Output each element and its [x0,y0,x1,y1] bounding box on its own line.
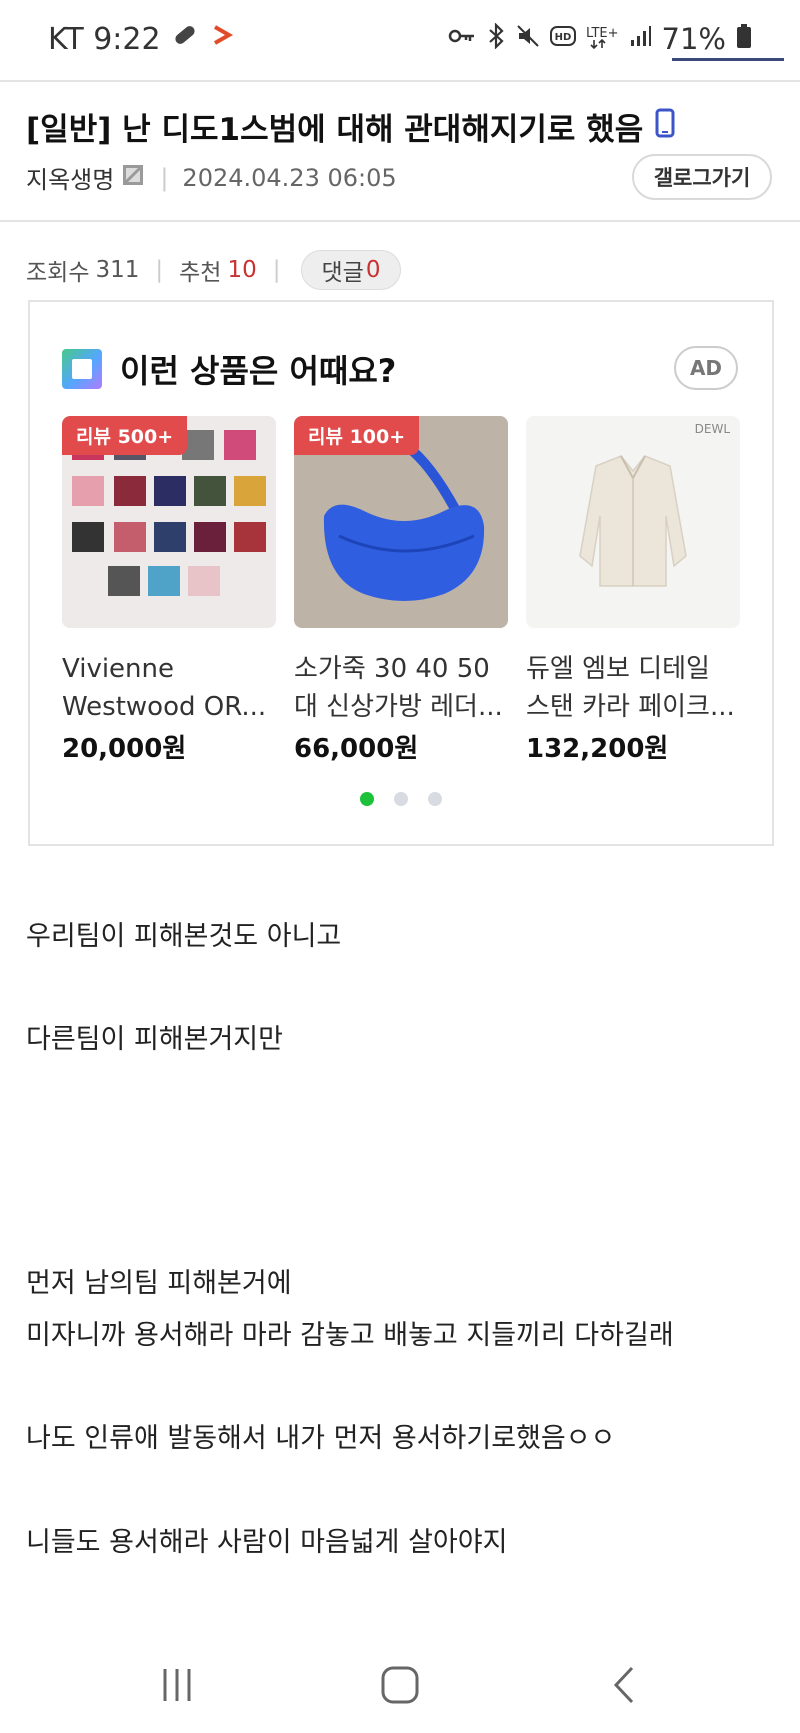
body-line: 먼저 남의팀 피해본거에 [26,1268,292,1299]
status-bar: KT 9:22 HD LTE+ 71% [0,0,800,78]
stats-separator: | [272,257,281,283]
navigation-bar [0,1640,800,1733]
shopping-bag-icon [62,349,102,389]
svg-text:HD: HD [554,32,571,43]
product-price: 20,000원 [62,734,187,764]
ad-box: 이런 상품은 어때요? AD 리뷰 500+ Vivienne Westwood… [28,300,774,846]
product-price: 66,000원 [294,734,419,764]
post-stats: 조회수 311 | 추천 10 | 댓글 0 [26,250,402,290]
carousel-dot-active[interactable] [360,792,374,806]
flag-icon [209,22,235,57]
body-line: 나도 인류애 발동해서 내가 먼저 용서하기로했음ㅇㅇ [26,1423,616,1454]
ad-badge[interactable]: AD [674,346,738,390]
recommend-count: 10 [227,257,257,283]
author-name[interactable]: 지옥생명 [26,160,114,195]
battery-percent: 71% [661,22,726,56]
product-image[interactable]: 리뷰 500+ [62,416,276,628]
bluetooth-icon [486,22,506,55]
product-name-line2[interactable]: 스탠 카라 페이크... [526,688,740,726]
body-line: 미자니까 용서해라 마라 감놓고 배놓고 지들끼리 다하길래 [26,1320,674,1351]
body-line: 다른팀이 피해본거지만 [26,1024,283,1055]
product-name-line1[interactable]: 소가죽 30 40 50 [294,650,508,688]
meta-divider [0,220,800,222]
key-icon [448,26,476,52]
post-title: [일반] 난 디도1스범에 대해 관대해지기로 했음 [26,104,675,149]
ad-heading-text: 이런 상품은 어때요? [120,352,397,390]
post-date: 2024.04.23 06:05 [182,163,397,192]
home-icon[interactable] [370,1660,430,1710]
meta-separator: | [160,163,169,192]
product-image[interactable]: 리뷰 100+ [294,416,508,628]
signal-icon [630,25,652,53]
hd-icon: HD [549,25,576,53]
back-icon[interactable] [595,1660,655,1710]
carousel-dot[interactable] [428,792,442,806]
pill-icon [171,21,199,57]
recent-apps-icon[interactable] [147,1660,207,1710]
carrier-time: KT 9:22 [48,21,161,57]
body-line: 우리팀이 피해본것도 아니고 [26,921,342,952]
review-tag: 리뷰 100+ [294,416,420,455]
mute-icon [516,24,540,54]
views-count: 311 [95,257,140,283]
product-name-line2[interactable]: Westwood OR... [62,688,276,726]
author-badge-icon [122,164,144,192]
comment-count: 0 [365,257,381,283]
ad-heading: 이런 상품은 어때요? [62,346,396,392]
header-divider [0,80,800,82]
carousel-dot[interactable] [394,792,408,806]
product-price: 132,200원 [526,734,669,764]
product-name-line2[interactable]: 대 신상가방 레더... [294,688,508,726]
lte-icon: LTE+ [586,23,620,55]
product-card[interactable]: 리뷰 500+ Vivienne Westwood OR... 20,000원 [62,416,276,765]
comment-label: 댓글 [321,260,364,286]
product-name-line1[interactable]: Vivienne [62,650,276,688]
post-meta: 지옥생명 | 2024.04.23 06:05 [26,160,397,195]
product-name-line1[interactable]: 듀엘 엠보 디테일 [526,650,740,688]
battery-icon [736,23,752,55]
product-image[interactable]: DEWL [526,416,740,628]
body-line: 니들도 용서해라 사람이 마음넓게 살아야지 [26,1527,508,1558]
gallog-button[interactable]: 갤로그가기 [632,154,772,200]
carousel-dots [30,792,772,806]
mobile-icon [655,108,675,146]
product-card[interactable]: DEWL 듀엘 엠보 디테일 스탠 카라 페이크... 132,200원 [526,416,740,765]
svg-text:LTE+: LTE+ [586,26,619,41]
review-tag: 리뷰 500+ [62,416,188,455]
comment-button[interactable]: 댓글 0 [300,250,402,290]
post-title-text: [일반] 난 디도1스범에 대해 관대해지기로 했음 [26,112,644,148]
product-card[interactable]: 리뷰 100+ 소가죽 30 40 50 대 신상가방 레더... 66,000… [294,416,508,765]
stats-separator: | [155,257,164,283]
recommend-label: 추천 [179,260,222,286]
status-underline [672,58,784,61]
views-label: 조회수 [26,260,90,286]
